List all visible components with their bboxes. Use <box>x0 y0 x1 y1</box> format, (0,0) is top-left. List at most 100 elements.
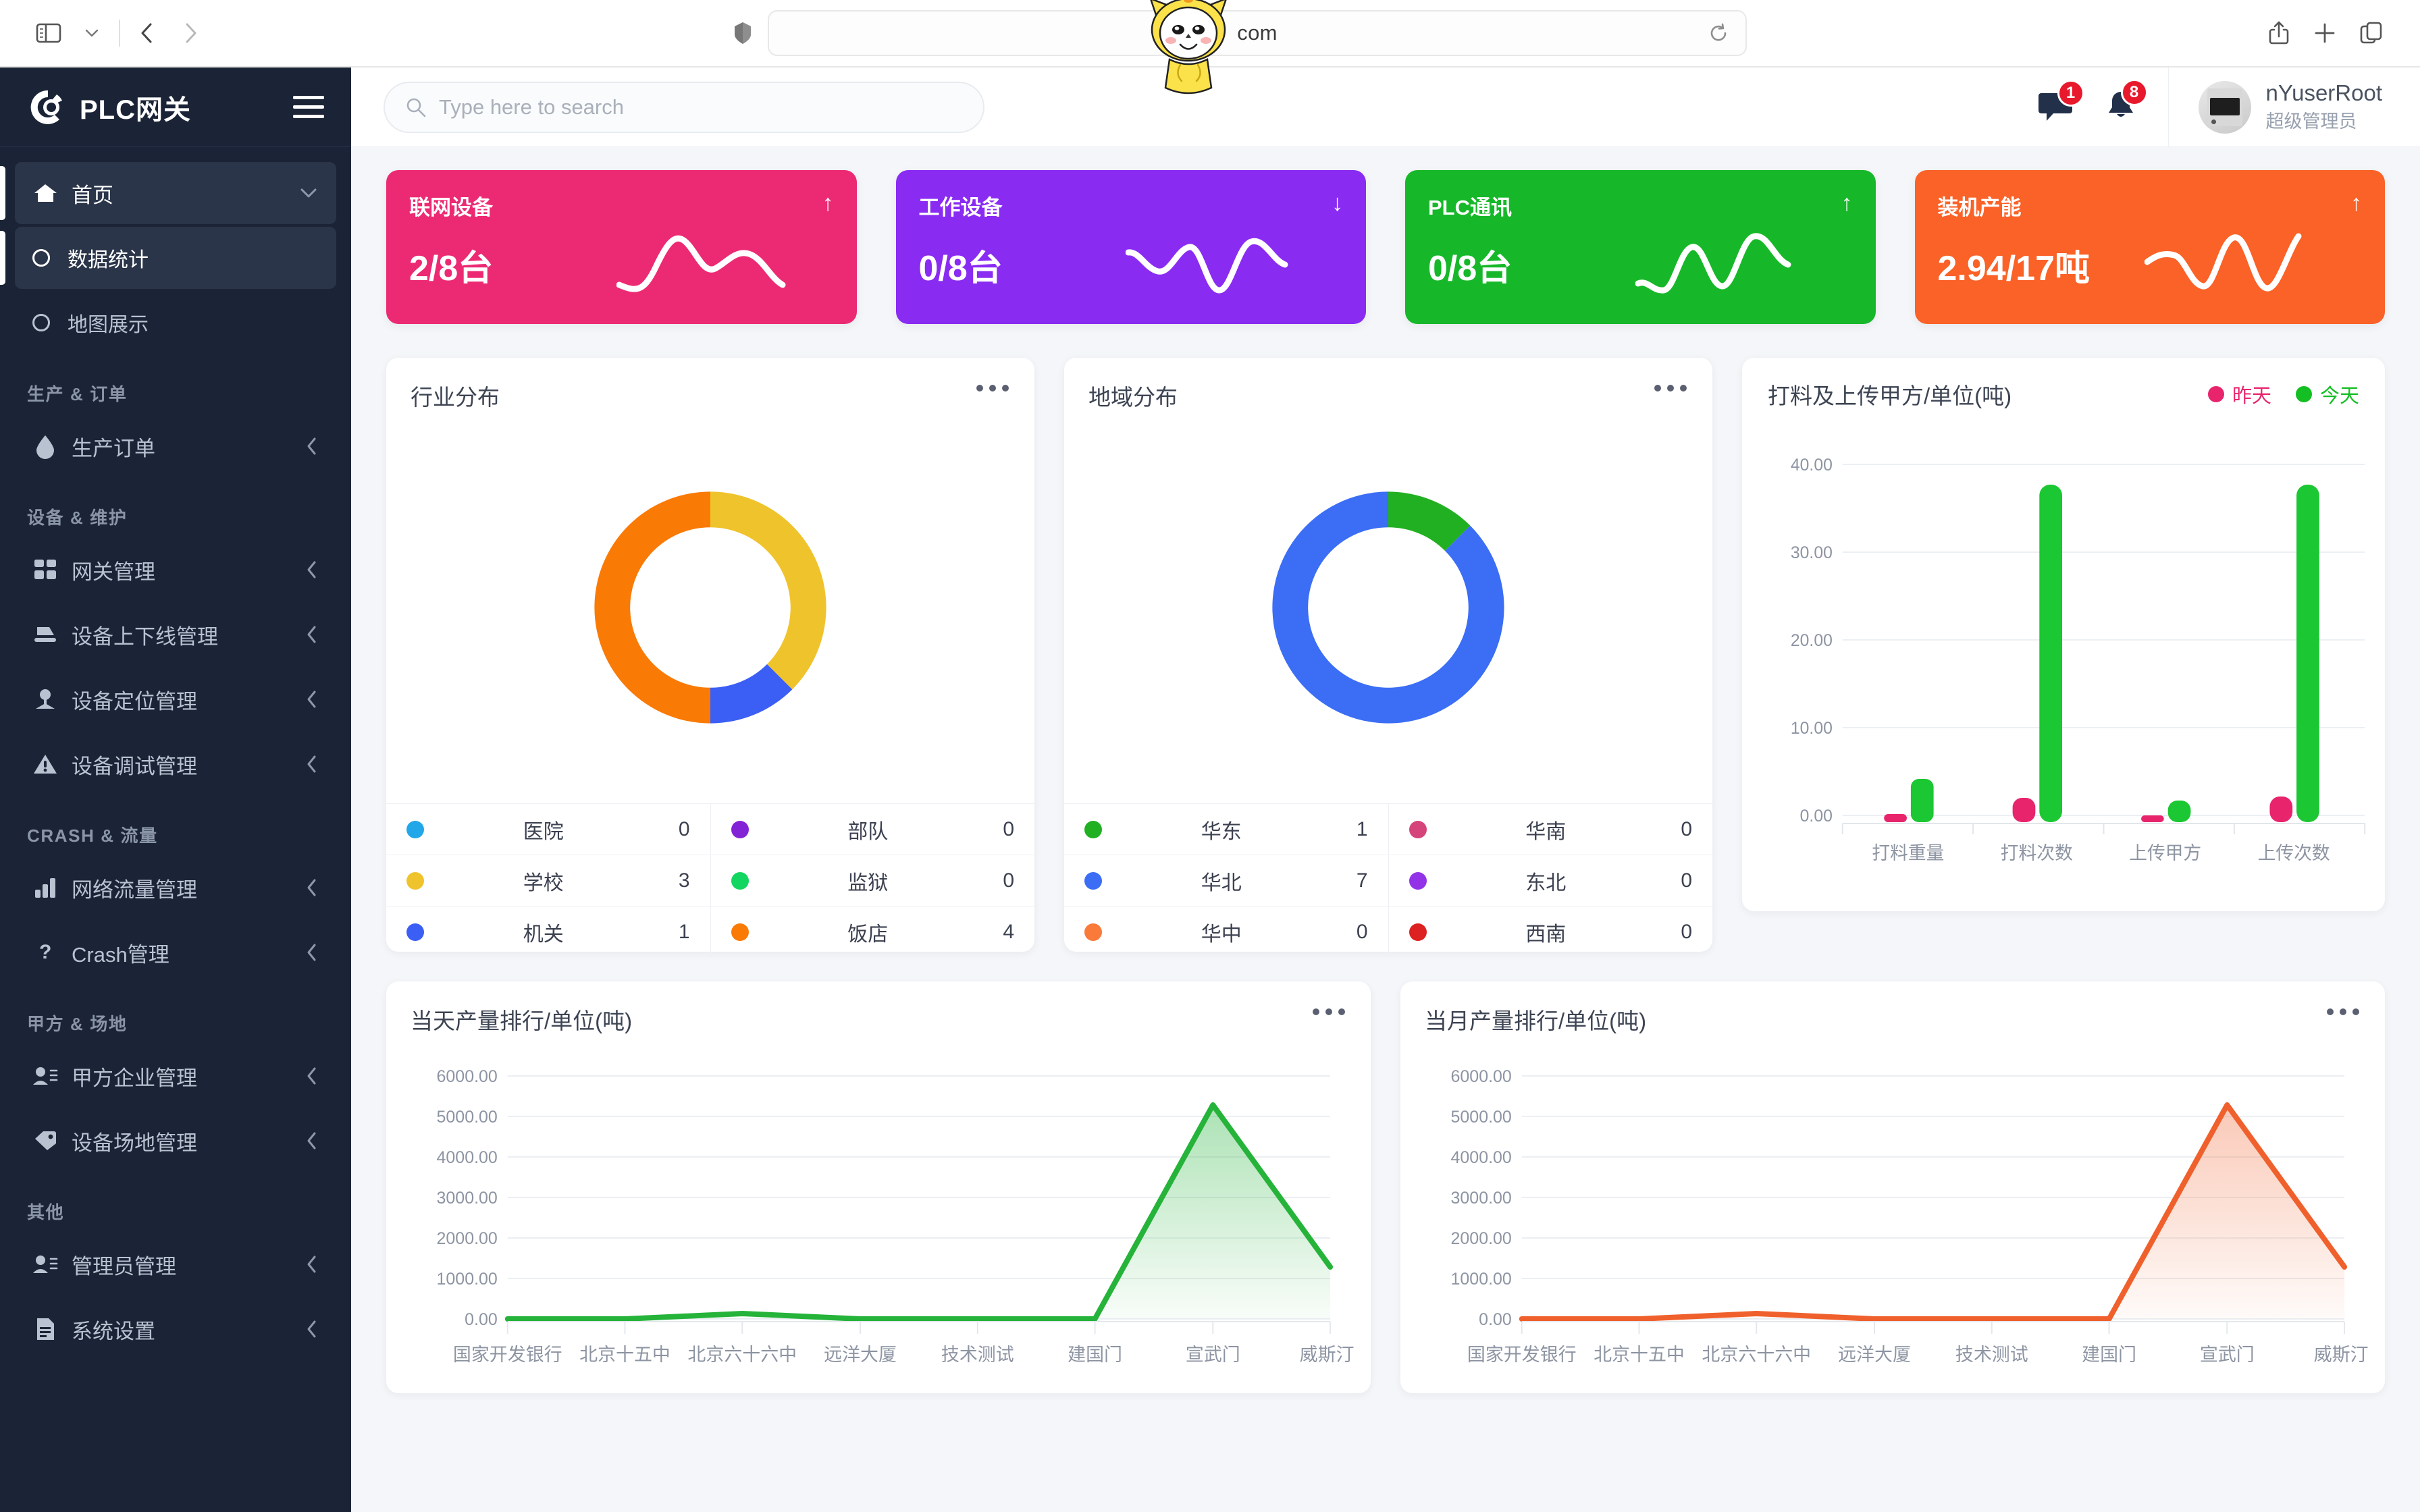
donut-chart-region <box>1064 412 1712 803</box>
donut-slice-school <box>710 491 826 690</box>
list-item[interactable]: 华中 0 <box>1064 907 1388 958</box>
bar-chart-icon <box>30 876 61 899</box>
stat-card-working-devices[interactable]: 工作设备 ↓ 0/8台 <box>895 170 1366 324</box>
legend-color-dot <box>1084 923 1102 941</box>
message-badge: 1 <box>2057 79 2084 107</box>
more-dots-icon[interactable] <box>1654 385 1687 392</box>
tabs-icon[interactable] <box>2359 20 2384 46</box>
svg-text:北京十五中: 北京十五中 <box>579 1345 670 1365</box>
chevron-left-icon <box>305 1254 319 1274</box>
user-role: 超级管理员 <box>2265 111 2357 132</box>
legend-column-left: 华东 1 华北 7 华中 0 <box>1064 804 1389 958</box>
more-dots-icon[interactable] <box>976 385 1009 392</box>
list-item[interactable]: 华南 0 <box>1388 804 1712 855</box>
sidebar-item-device-location-mgmt[interactable]: 设备定位管理 <box>15 668 336 730</box>
stat-title: 联网设备 <box>409 196 493 219</box>
sidebar-toggle-icon[interactable] <box>27 11 70 55</box>
list-item[interactable]: 机关 1 <box>386 907 710 958</box>
sidebar-item-system-settings[interactable]: 系统设置 <box>15 1298 336 1360</box>
svg-text:打料重量: 打料重量 <box>1872 843 1944 863</box>
bell-icon[interactable]: 8 <box>2105 78 2148 125</box>
card-title: 打料及上传甲方/单位(吨) <box>1768 383 2012 408</box>
legend-item-yesterday[interactable]: 昨天 <box>2207 380 2271 408</box>
legend-color-dot <box>406 923 424 941</box>
sidebar-item-production-order[interactable]: 生产订单 <box>15 415 336 477</box>
stat-card-installed-capacity[interactable]: 装机产能 ↑ 2.94/17吨 <box>1914 170 2385 324</box>
svg-text:20.00: 20.00 <box>1791 631 1833 650</box>
sidebar-item-label: 设备场地管理 <box>72 1131 197 1155</box>
svg-text:6000.00: 6000.00 <box>437 1067 498 1086</box>
forward-chevron-icon[interactable] <box>169 11 212 55</box>
sparkline <box>1126 238 1288 294</box>
list-item[interactable]: 饭店 4 <box>711 907 1035 958</box>
share-icon[interactable] <box>2267 20 2290 47</box>
url-input[interactable]: com <box>768 10 1747 56</box>
sidebar: PLC网关 首页 数据统计 地图展示 生产 & 订单 生产订单 设备 & 维护 … <box>0 68 351 1512</box>
plus-icon[interactable] <box>2313 22 2336 45</box>
browser-chrome: com <box>0 0 2420 68</box>
monthly-output-ranking-card: 当月产量排行/单位(吨) 6000.00 5000.00 4000.00 300… <box>1400 981 2385 1393</box>
more-dots-icon[interactable] <box>1313 1008 1345 1015</box>
sidebar-item-device-debug-mgmt[interactable]: 设备调试管理 <box>15 733 336 795</box>
chrome-divider <box>119 20 120 47</box>
sidebar-item-data-stats[interactable]: 数据统计 <box>0 227 336 289</box>
svg-text:北京十五中: 北京十五中 <box>1594 1345 1685 1365</box>
search-box[interactable] <box>384 81 984 133</box>
lock-icon <box>1163 24 1179 43</box>
sidebar-item-client-enterprise-mgmt[interactable]: 甲方企业管理 <box>15 1045 336 1107</box>
svg-text:远洋大厦: 远洋大厦 <box>824 1345 897 1365</box>
sidebar-item-home[interactable]: 首页 <box>0 162 336 224</box>
sidebar-item-admin-mgmt[interactable]: 管理员管理 <box>15 1233 336 1295</box>
list-item[interactable]: 西南 0 <box>1389 907 1713 958</box>
user-menu[interactable]: nYuserRoot 超级管理员 <box>2167 67 2420 147</box>
list-item[interactable]: 医院 0 <box>386 804 710 855</box>
search-input[interactable] <box>439 94 963 119</box>
svg-text:5000.00: 5000.00 <box>1451 1108 1512 1127</box>
hamburger-icon[interactable] <box>293 96 324 118</box>
legend-item-today[interactable]: 今天 <box>2295 380 2359 408</box>
stat-card-plc-communication[interactable]: PLC通讯 ↑ 0/8台 <box>1405 170 1876 324</box>
sidebar-item-label: 设备上下线管理 <box>72 624 218 649</box>
svg-text:2000.00: 2000.00 <box>437 1229 498 1248</box>
legend-value: 0 <box>1356 921 1368 943</box>
dashboard-content: 联网设备 ↑ 2/8台 工作设备 ↓ 0/8台 PLC通讯 ↑ 0/8台 装机产… <box>351 147 2420 1512</box>
svg-text:40.00: 40.00 <box>1791 456 1833 475</box>
chevron-left-icon <box>305 942 319 963</box>
svg-text:建国门: 建国门 <box>2082 1345 2136 1365</box>
sidebar-item-label: 生产订单 <box>72 436 155 460</box>
chevron-left-icon <box>305 878 319 898</box>
more-dots-icon[interactable] <box>2327 1008 2359 1015</box>
list-item[interactable]: 华北 7 <box>1064 855 1388 907</box>
trend-arrow-icon: ↑ <box>822 190 834 216</box>
chevron-left-icon <box>305 754 319 774</box>
sidebar-dropdown-icon[interactable] <box>70 11 113 55</box>
sidebar-item-gateway-mgmt[interactable]: 网关管理 <box>15 539 336 601</box>
sidebar-item-device-online-mgmt[interactable]: 设备上下线管理 <box>15 603 336 666</box>
sidebar-item-map-display[interactable]: 地图展示 <box>15 292 336 354</box>
trend-arrow-icon: ↓ <box>1332 190 1343 216</box>
svg-text:30.00: 30.00 <box>1791 543 1833 562</box>
user-name: nYuserRoot <box>2265 80 2382 106</box>
sidebar-item-device-site-mgmt[interactable]: 设备场地管理 <box>15 1110 336 1172</box>
svg-text:技术测试: 技术测试 <box>941 1345 1014 1365</box>
sidebar-group-title: 设备 & 维护 <box>27 508 128 528</box>
list-item[interactable]: 东北 0 <box>1388 855 1712 907</box>
sparkline <box>1635 233 1791 294</box>
stat-card-connected-devices[interactable]: 联网设备 ↑ 2/8台 <box>386 170 857 324</box>
stat-value: 0/8台 <box>1428 249 1512 288</box>
pin-icon <box>30 687 61 711</box>
circle-outline-icon <box>26 314 57 331</box>
list-item[interactable]: 部队 0 <box>710 804 1034 855</box>
legend-label: 部队 <box>847 820 889 843</box>
sidebar-item-network-traffic-mgmt[interactable]: 网络流量管理 <box>15 857 336 919</box>
svg-text:北京六十六中: 北京六十六中 <box>1702 1345 1811 1365</box>
sidebar-item-crash-mgmt[interactable]: ? Crash管理 <box>15 921 336 983</box>
back-chevron-icon[interactable] <box>126 11 169 55</box>
sidebar-group-title: 甲方 & 场地 <box>27 1014 128 1034</box>
privacy-shield-icon[interactable] <box>733 21 753 45</box>
message-icon[interactable]: 1 <box>2037 79 2084 124</box>
list-item[interactable]: 学校 3 <box>386 855 710 907</box>
list-item[interactable]: 华东 1 <box>1064 804 1388 855</box>
reload-icon[interactable] <box>1708 22 1729 44</box>
list-item[interactable]: 监狱 0 <box>710 855 1034 907</box>
